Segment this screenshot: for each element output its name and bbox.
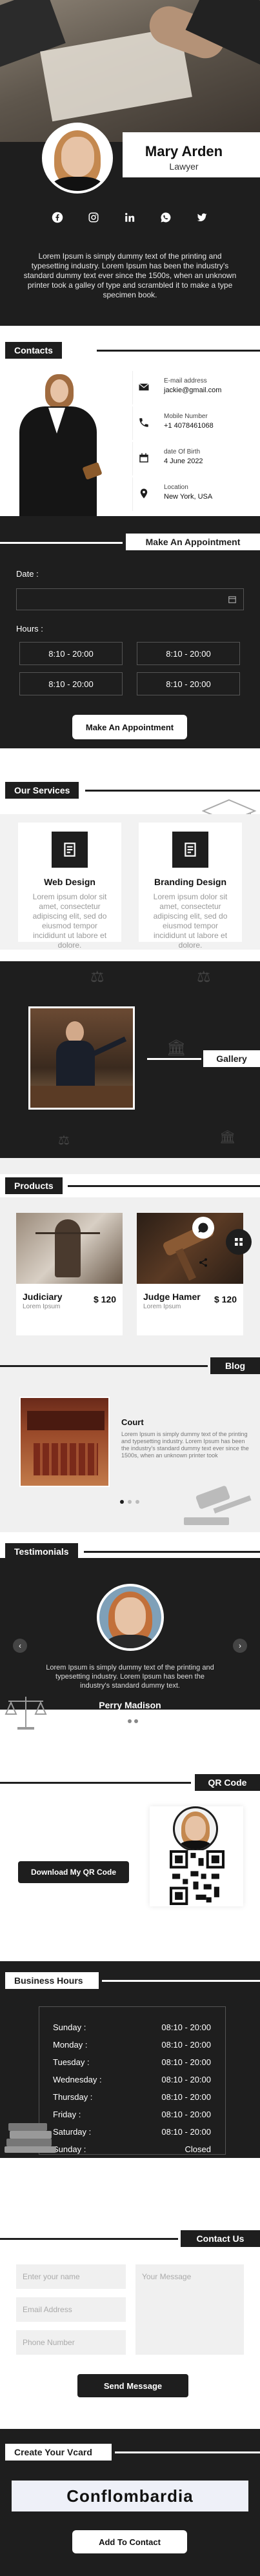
carousel-dot[interactable] <box>135 1500 139 1504</box>
appointment-title: Make An Appointment <box>126 534 260 550</box>
lawyer-portrait <box>6 368 129 523</box>
product-card[interactable]: Judge Hamer Lorem Ipsum $ 120 <box>137 1213 243 1335</box>
share-icon[interactable] <box>195 1254 212 1271</box>
courthouse-icon: 🏛 <box>219 1130 236 1144</box>
instagram-icon[interactable] <box>83 206 105 228</box>
blog-title: Blog <box>210 1357 260 1374</box>
contact-location[interactable]: Location New York, USA <box>132 477 260 511</box>
twitter-icon[interactable] <box>191 206 213 228</box>
service-card[interactable]: Branding Design Lorem ipsum dolor sit am… <box>139 823 242 950</box>
contacts-title: Contacts <box>5 342 62 359</box>
whatsapp-float-button[interactable] <box>192 1217 214 1239</box>
next-arrow-button[interactable]: › <box>233 1639 247 1653</box>
hours-title: Business Hours <box>5 1972 99 1989</box>
gavel-icon <box>177 1484 260 1529</box>
blog-post-title: Court <box>121 1417 144 1427</box>
whatsapp-icon[interactable] <box>155 206 177 228</box>
calendar-icon <box>228 595 237 607</box>
time-slot[interactable]: 8:10 - 20:00 <box>19 672 123 695</box>
time-slot[interactable]: 8:10 - 20:00 <box>137 642 240 665</box>
calendar-icon <box>133 447 155 469</box>
grid-menu-button[interactable] <box>226 1229 252 1255</box>
carousel-dot[interactable] <box>121 1719 125 1723</box>
products-title: Products <box>5 1177 63 1194</box>
profile-bio: Lorem Ipsum is simply dummy text of the … <box>23 252 237 299</box>
scales-of-justice-icon <box>3 1693 48 1732</box>
testimonial-avatar <box>97 1584 164 1651</box>
product-card[interactable]: Judiciary Lorem Ipsum $ 120 <box>16 1213 123 1335</box>
testimonial-text: Lorem Ipsum is simply dummy text of the … <box>46 1664 214 1690</box>
hours-row: Friday :08:10 - 20:00 <box>53 2110 211 2119</box>
qr-code-image <box>170 1850 225 1905</box>
profile-avatar <box>42 123 113 194</box>
time-slot[interactable]: 8:10 - 20:00 <box>19 642 123 665</box>
prev-arrow-button[interactable]: ‹ <box>13 1639 27 1653</box>
product-image <box>16 1213 123 1284</box>
send-message-button[interactable]: Send Message <box>77 2374 188 2397</box>
hours-row: Wednesday :08:10 - 20:00 <box>53 2075 211 2084</box>
hours-row: Thursday :08:10 - 20:00 <box>53 2092 211 2102</box>
carousel-dot[interactable] <box>120 1500 124 1504</box>
carousel-dot[interactable] <box>128 1500 132 1504</box>
hours-row: Sunday : Closed <box>53 2144 211 2154</box>
contact-email[interactable]: E-mail address jackie@gmail.com <box>132 371 260 404</box>
time-slot[interactable]: 8:10 - 20:00 <box>137 672 240 695</box>
blog-image[interactable] <box>19 1397 110 1487</box>
qr-avatar <box>173 1806 218 1852</box>
qr-title: QR Code <box>195 1774 260 1791</box>
phone-icon <box>133 412 155 434</box>
testimonial-author: Perry Madison <box>99 1700 161 1710</box>
cover-image <box>0 0 260 142</box>
services-title: Our Services <box>5 782 79 799</box>
hours-row: Sunday :08:10 - 20:00 <box>53 2022 211 2032</box>
service-card[interactable]: Web Design Lorem ipsum dolor sit amet, c… <box>18 823 121 950</box>
scales-of-justice-icon: ⚖ <box>197 968 211 986</box>
scales-of-justice-icon: ⚖ <box>58 1133 70 1148</box>
message-textarea[interactable]: Your Message <box>135 2264 244 2355</box>
profile-job-title: Lawyer <box>169 161 199 172</box>
web-design-icon <box>52 832 88 868</box>
email-input[interactable]: Email Address <box>16 2297 126 2322</box>
hours-row: Tuesday :08:10 - 20:00 <box>53 2057 211 2067</box>
vcard-title: Create Your Vcard <box>5 2444 112 2461</box>
add-to-contact-button[interactable]: Add To Contact <box>72 2530 187 2553</box>
date-input[interactable] <box>16 588 244 610</box>
location-icon <box>133 483 155 504</box>
carousel-dot[interactable] <box>134 1719 138 1723</box>
linkedin-icon[interactable] <box>119 206 141 228</box>
contact-us-title: Contact Us <box>181 2230 260 2247</box>
gallery-title: Gallery <box>203 1050 260 1067</box>
download-qr-button[interactable]: Download My QR Code <box>18 1861 129 1883</box>
blog-post-text: Lorem Ipsum is simply dummy text of the … <box>121 1431 249 1459</box>
email-icon <box>133 376 155 398</box>
hours-row: Monday :08:10 - 20:00 <box>53 2040 211 2050</box>
branding-design-icon <box>172 832 208 868</box>
contact-birthday: date Of Birth 4 June 2022 <box>132 442 260 475</box>
vcard-brand: Conflombardia <box>12 2481 248 2511</box>
courthouse-icon: 🏛 <box>166 1039 186 1057</box>
contact-phone[interactable]: Mobile Number +1 4078461068 <box>132 406 260 440</box>
books-icon <box>3 2119 61 2155</box>
gallery-image[interactable] <box>28 1006 135 1110</box>
make-appointment-button[interactable]: Make An Appointment <box>72 715 187 739</box>
profile-name: Mary Arden <box>145 143 223 159</box>
scales-of-justice-icon: ⚖ <box>90 968 105 986</box>
name-input[interactable]: Enter your name <box>16 2264 126 2289</box>
facebook-icon[interactable] <box>46 206 68 228</box>
carousel-dot[interactable] <box>128 1719 132 1723</box>
phone-input[interactable]: Phone Number <box>16 2330 126 2355</box>
hours-row: Saturday :08:10 - 20:00 <box>53 2127 211 2137</box>
